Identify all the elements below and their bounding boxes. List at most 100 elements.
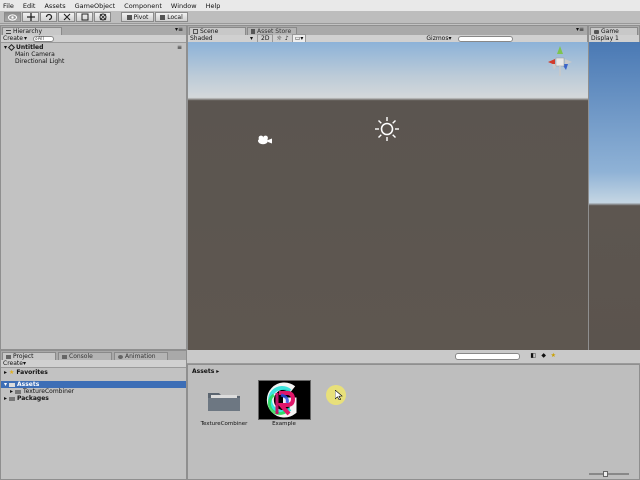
star-icon: ★ xyxy=(9,369,15,376)
hierarchy-item-main-camera[interactable]: Main Camera xyxy=(15,51,55,58)
tab-scene[interactable]: Scene xyxy=(189,27,246,35)
menu-file[interactable]: File xyxy=(3,2,14,10)
project-tabbar: Project Console Animation xyxy=(1,351,186,360)
panel-menu-icon[interactable]: ▾≡ xyxy=(576,26,584,33)
menu-edit[interactable]: Edit xyxy=(23,2,36,10)
project-create-button[interactable]: Create xyxy=(3,360,23,367)
project-toolbar: Create ▾ xyxy=(1,360,186,368)
filter-by-label-icon[interactable]: ◆ xyxy=(541,352,546,359)
asset-texturecombiner[interactable] xyxy=(206,389,244,413)
asset-label: Example xyxy=(272,421,296,427)
tab-animation[interactable]: Animation xyxy=(114,352,168,360)
camera-gizmo-icon[interactable] xyxy=(256,134,274,146)
expand-arrow-icon: ▸ xyxy=(4,369,8,376)
project-panel: Project Console Animation Create ▾ ▸ ★ F… xyxy=(0,350,187,480)
panel-menu-icon[interactable]: ▾≡ xyxy=(175,26,183,33)
pivot-icon xyxy=(126,14,132,20)
chevron-right-icon: ▸ xyxy=(216,368,220,375)
hierarchy-panel: Hierarchy ▾≡ Create ▾ ⌕ All ▾ Untitled ≡… xyxy=(0,25,187,350)
expand-arrow-icon: ▾ xyxy=(4,381,8,388)
hand-tool-button[interactable] xyxy=(4,12,21,22)
tab-animation-label: Animation xyxy=(125,353,156,360)
rotate-icon xyxy=(45,13,52,21)
tree-item-label: Packages xyxy=(17,395,49,402)
console-icon xyxy=(62,354,67,359)
breadcrumb: Assets ▸ xyxy=(192,368,219,375)
shopping-bag-icon xyxy=(251,29,255,34)
local-icon xyxy=(160,14,166,20)
hierarchy-search-input[interactable]: ⌕ All xyxy=(32,35,54,42)
audio-toggle-icon[interactable]: ♪ xyxy=(285,35,289,42)
lighting-toggle-icon[interactable]: ☼ xyxy=(276,35,281,42)
mouse-cursor-icon xyxy=(335,390,343,400)
tab-hierarchy[interactable]: Hierarchy xyxy=(2,27,62,35)
pivot-label: Pivot xyxy=(133,13,149,21)
tree-item-assets[interactable]: ▾ Assets xyxy=(1,381,186,388)
scene-name: Untitled xyxy=(16,44,44,51)
scene-tabbar: Scene Asset Store ▾≡ xyxy=(188,26,587,35)
game-panel: Game Display 1 xyxy=(588,25,640,351)
menu-bar: File Edit Assets GameObject Component Wi… xyxy=(0,0,640,11)
project-search-input[interactable] xyxy=(455,353,520,360)
tree-item-texturecombiner[interactable]: ▸ TextureCombiner xyxy=(10,388,74,395)
slider-handle[interactable] xyxy=(603,471,608,477)
transform-icon xyxy=(99,13,106,21)
tab-console-label: Console xyxy=(69,353,93,360)
rotate-tool-button[interactable] xyxy=(40,12,57,22)
scene-viewport[interactable] xyxy=(188,42,589,351)
menu-component[interactable]: Component xyxy=(124,2,162,10)
shading-mode-dropdown[interactable]: Shaded xyxy=(190,35,250,42)
grid-icon xyxy=(193,29,198,34)
menu-gameobject[interactable]: GameObject xyxy=(75,2,116,10)
tab-console[interactable]: Console xyxy=(58,352,112,360)
tree-item-label: TextureCombiner xyxy=(23,388,75,395)
hierarchy-item-directional-light[interactable]: Directional Light xyxy=(15,58,64,65)
hierarchy-tabbar: Hierarchy ▾≡ xyxy=(1,26,186,35)
icon-size-slider[interactable] xyxy=(589,471,629,477)
move-tool-button[interactable] xyxy=(22,12,39,22)
game-controller-icon xyxy=(594,29,599,34)
unity-scene-icon xyxy=(7,43,16,52)
transform-tool-button[interactable] xyxy=(94,12,111,22)
hierarchy-create-button[interactable]: Create xyxy=(3,35,23,42)
favorites-row[interactable]: ▸ ★ Favorites xyxy=(4,369,48,376)
search-placeholder: All xyxy=(37,35,44,42)
toolbar: Pivot Local xyxy=(0,11,640,24)
create-dropdown-icon: ▾ xyxy=(23,35,27,42)
scene-row[interactable]: ▾ Untitled xyxy=(4,43,44,52)
scene-search-input[interactable] xyxy=(457,35,513,42)
gizmos-dropdown[interactable]: Gizmos xyxy=(426,35,448,42)
tab-project-label: Project xyxy=(13,353,34,360)
breadcrumb-assets[interactable]: Assets xyxy=(192,368,214,375)
assets-browser: Assets ▸ TextureCombiner Example xyxy=(187,364,640,480)
dropdown-arrow-icon: ▾ xyxy=(250,35,254,42)
tree-item-packages[interactable]: ▸ Packages xyxy=(4,395,49,402)
favorite-search-icon[interactable]: ★ xyxy=(551,352,556,359)
local-button[interactable]: Local xyxy=(155,12,188,22)
menu-help[interactable]: Help xyxy=(206,2,221,10)
tab-game[interactable]: Game xyxy=(590,27,638,35)
create-dropdown-icon: ▾ xyxy=(22,360,26,367)
expand-arrow-icon: ▸ xyxy=(4,395,8,402)
tree-item-label: Assets xyxy=(17,381,40,388)
menu-assets[interactable]: Assets xyxy=(44,2,65,10)
folder-icon xyxy=(9,382,16,387)
display-dropdown[interactable]: Display 1 xyxy=(591,35,619,42)
rect-tool-button[interactable] xyxy=(76,12,93,22)
orientation-gizmo-icon[interactable] xyxy=(540,44,580,80)
scale-tool-button[interactable] xyxy=(58,12,75,22)
tab-scene-label: Scene xyxy=(200,28,219,35)
game-view[interactable] xyxy=(589,42,640,351)
tab-hierarchy-label: Hierarchy xyxy=(13,28,43,35)
filter-by-type-icon[interactable]: ◧ xyxy=(530,352,536,359)
sun-gizmo-icon[interactable] xyxy=(374,116,400,142)
pivot-button[interactable]: Pivot xyxy=(121,12,154,22)
scene-options-icon[interactable]: ≡ xyxy=(177,44,182,51)
asset-example[interactable] xyxy=(258,380,311,420)
tab-game-label: Game xyxy=(601,28,619,35)
hierarchy-icon xyxy=(6,29,11,34)
tab-project[interactable]: Project xyxy=(2,352,56,360)
menu-window[interactable]: Window xyxy=(171,2,197,10)
hand-icon xyxy=(8,13,17,21)
local-label: Local xyxy=(167,13,183,21)
